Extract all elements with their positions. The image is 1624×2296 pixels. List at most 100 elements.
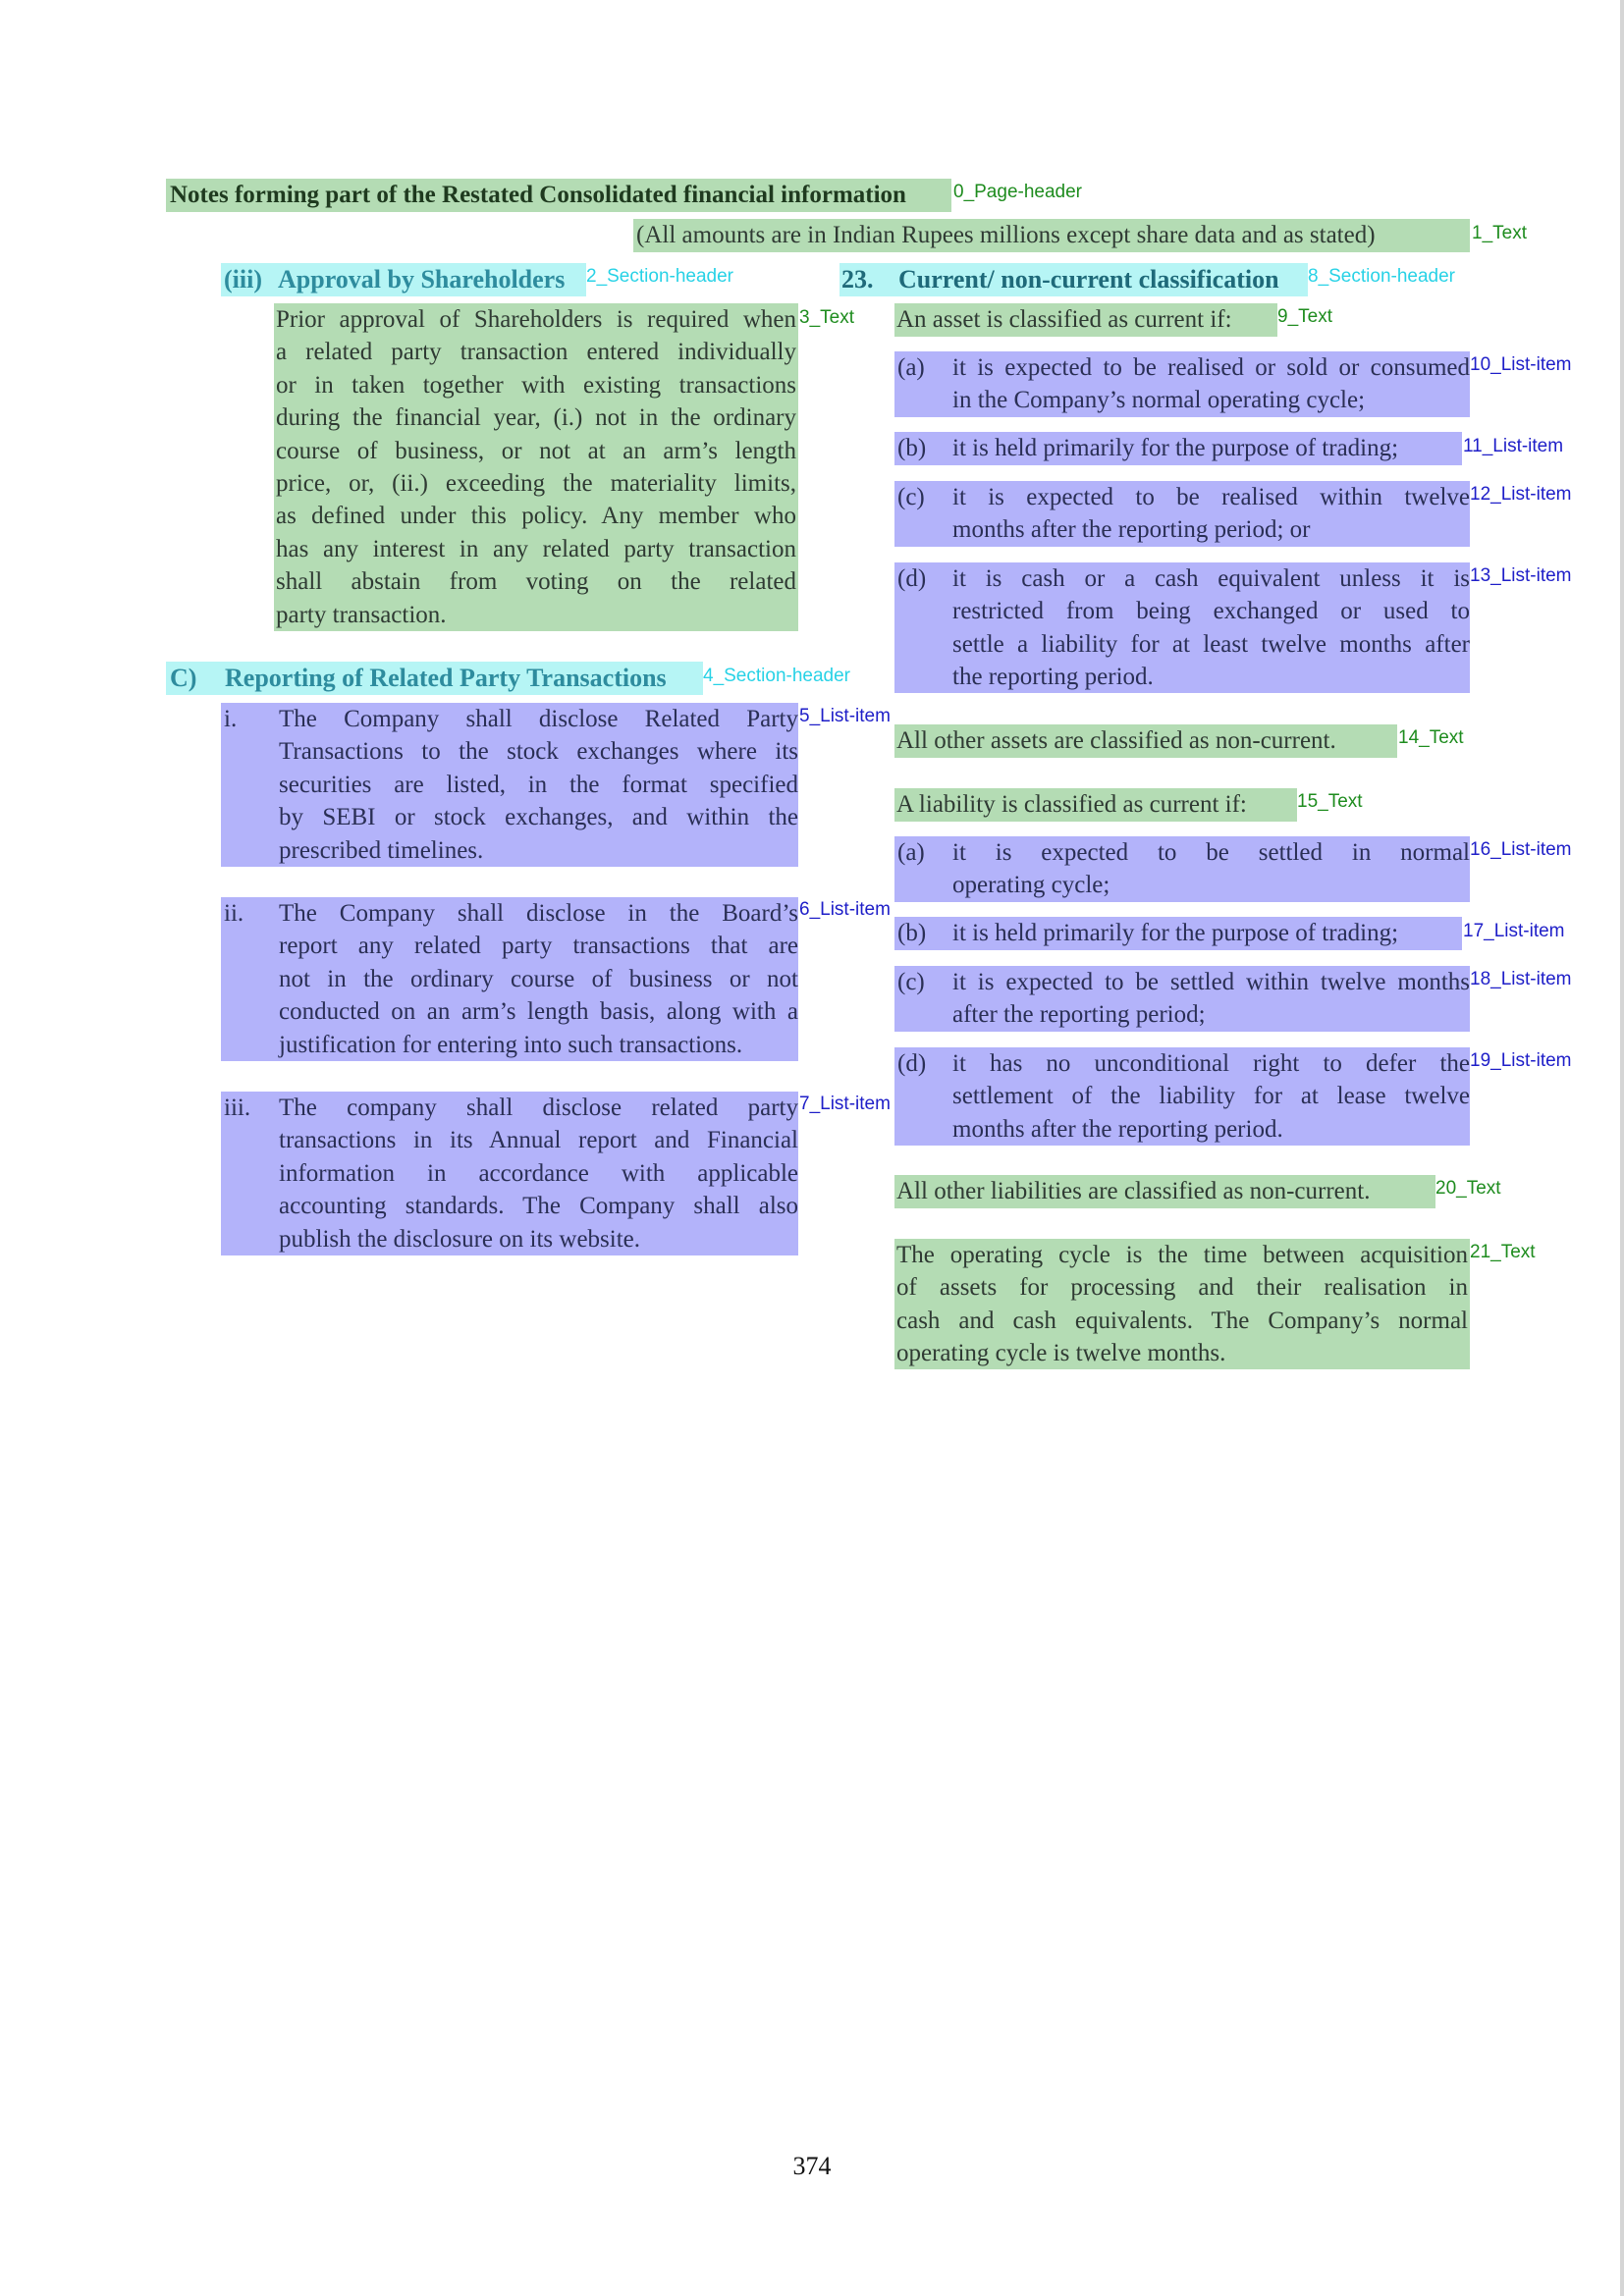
text-line: The Company shall disclose Related Party [279, 706, 798, 732]
layout-label: 1_Text [1472, 223, 1527, 243]
page-header: Notes forming part of the Restated Conso… [166, 179, 951, 212]
text-line: not in the ordinary course of business o… [279, 965, 798, 992]
list-marker: (b) [897, 920, 927, 946]
layout-label: 12_List-item [1470, 484, 1572, 505]
asset-intro: An asset is classified as current if: [894, 303, 1277, 337]
operating-cycle-paragraph: The operating cycle is the time between … [894, 1239, 1470, 1369]
text-line: by SEBI or stock exchanges, and within t… [279, 804, 798, 831]
list-item: (c) it is expected to be realised within … [894, 481, 1470, 547]
text-line: or in taken together with existing trans… [276, 371, 796, 399]
text-line: price, or, (ii.) exceeding the materiali… [276, 470, 796, 498]
list-item-text: The Company shall disclose in the Board’… [279, 897, 798, 1061]
text-line: securities are listed, in the format spe… [279, 771, 798, 798]
section-header-approval: (iii) Approval by Shareholders [221, 263, 586, 296]
text-line: months after the reporting period. [952, 1115, 1283, 1143]
text-line: has any interest in any related party tr… [276, 535, 796, 562]
text-line: transactions in its Annual report and Fi… [279, 1127, 798, 1154]
list-item: (a) it is expected to be settled in norma… [894, 836, 1470, 902]
list-item: (d) it is cash or a cash equivalent unles… [894, 562, 1470, 693]
text-line: Prior approval of Shareholders is requir… [276, 306, 796, 333]
list-marker: iii. [224, 1095, 251, 1121]
text-line: information in accordance with applicabl… [279, 1159, 798, 1187]
text-line: party transaction. [276, 601, 447, 628]
text-line: it is expected to be settled within twel… [952, 969, 1470, 995]
text-line: in the Company’s normal operating cycle; [952, 387, 1366, 414]
text-line: operating cycle is twelve months. [896, 1340, 1226, 1367]
list-item-text: The company shall disclose related party… [279, 1092, 798, 1255]
list-item: (a) it is expected to be realised or sold… [894, 351, 1470, 417]
text-line: settle a liability for at least twelve m… [952, 630, 1470, 658]
layout-label: 10_List-item [1470, 354, 1572, 375]
text-line: publish the disclosure on its website. [279, 1225, 641, 1253]
text-line: shall abstain from voting on the related [276, 568, 796, 596]
text-line: after the reporting period; [952, 1001, 1206, 1029]
text-line: it is expected to be realised or sold or… [952, 354, 1470, 381]
approval-paragraph: Prior approval of Shareholders is requir… [274, 303, 798, 631]
list-item-text: it is cash or a cash equivalent unless i… [952, 562, 1470, 694]
text-line: conducted on an arm’s length basis, alon… [279, 998, 798, 1026]
text-line: it has no unconditional right to defer t… [952, 1050, 1470, 1077]
list-item: i. The Company shall disclose Related Par… [221, 703, 798, 867]
text-line: a related party transaction entered indi… [276, 339, 796, 366]
list-item-text: it has no unconditional right to defer t… [952, 1047, 1470, 1146]
text-line: restricted from being exchanged or used … [952, 598, 1470, 625]
layout-label: 17_List-item [1463, 921, 1565, 941]
text-line: it is cash or a cash equivalent unless i… [952, 565, 1470, 592]
text-line: of assets for processing and their reali… [896, 1274, 1468, 1302]
list-item: (b) it is held primarily for the purpose … [894, 917, 1462, 950]
list-item-text: it is expected to be settled in normal op… [952, 836, 1470, 902]
text-line: months after the reporting period; or [952, 516, 1311, 544]
layout-label: 2_Section-header [586, 266, 733, 287]
layout-label: 19_List-item [1470, 1050, 1572, 1071]
text-line: accounting standards. The Company shall … [279, 1193, 798, 1220]
text-line: operating cycle; [952, 872, 1110, 899]
list-marker: (c) [897, 484, 925, 510]
text-line: report any related party transactions th… [279, 933, 798, 960]
text-line: The operating cycle is the time between … [896, 1242, 1468, 1268]
text-line: prescribed timelines. [279, 836, 484, 864]
text-line: the reporting period. [952, 664, 1154, 691]
text-line: it is held primarily for the purpose of … [952, 920, 1399, 946]
list-item-content: (a) it is expected to be realised or sold… [894, 351, 1470, 417]
text-line: justification for entering into such tra… [279, 1031, 743, 1058]
asset-other: All other assets are classified as non-c… [894, 724, 1397, 758]
list-item: (c) it is expected to be settled within t… [894, 966, 1470, 1032]
text-line: The company shall disclose related party [279, 1095, 798, 1121]
liability-intro: A liability is classified as current if: [894, 788, 1297, 822]
layout-label: 15_Text [1297, 791, 1363, 812]
list-item-text: it is held primarily for the purpose of … [952, 432, 1462, 464]
text-line: settlement of the liability for at lease… [952, 1083, 1470, 1110]
text-line: during the financial year, (i.) not in t… [276, 404, 796, 432]
page-number: 374 [792, 2152, 832, 2180]
list-marker: (a) [897, 354, 925, 381]
layout-label: 5_List-item [799, 706, 891, 726]
list-item-text: it is expected to be settled within twel… [952, 966, 1470, 1032]
list-item: (d) it has no unconditional right to defe… [894, 1047, 1470, 1146]
section-header-reporting: C) Reporting of Related Party Transaction… [166, 662, 703, 695]
layout-label: 20_Text [1435, 1178, 1501, 1199]
list-item-content: (d) it has no unconditional right to defe… [894, 1047, 1470, 1146]
list-item-content: iii. The company shall disclose related p… [221, 1092, 798, 1255]
layout-label: 7_List-item [799, 1094, 891, 1114]
list-item: ii. The Company shall disclose in the Boa… [221, 897, 798, 1061]
text-line: The Company shall disclose in the Board’… [279, 900, 798, 927]
list-marker: (d) [897, 1050, 927, 1077]
layout-label: 21_Text [1470, 1242, 1536, 1262]
text-line: as defined under this policy. Any member… [276, 503, 796, 530]
list-marker: ii. [224, 900, 244, 927]
text-line: cash and cash equivalents. The Company’s… [896, 1307, 1468, 1334]
layout-label: 9_Text [1277, 306, 1332, 327]
list-item-content: i. The Company shall disclose Related Par… [221, 703, 798, 867]
list-item-content: (b) it is held primarily for the purpose … [894, 432, 1462, 464]
currency-note: (All amounts are in Indian Rupees millio… [633, 219, 1470, 252]
list-marker: (a) [897, 839, 925, 866]
list-marker: (c) [897, 969, 925, 995]
text-line: Transactions to the stock exchanges wher… [279, 738, 798, 766]
list-marker: i. [224, 706, 238, 732]
list-item: (b) it is held primarily for the purpose … [894, 432, 1462, 465]
layout-label: 6_List-item [799, 899, 891, 920]
layout-label: 14_Text [1398, 727, 1464, 748]
list-item-content: (d) it is cash or a cash equivalent unles… [894, 562, 1470, 694]
page-edge [1620, 0, 1624, 2296]
layout-label: 0_Page-header [953, 182, 1082, 202]
